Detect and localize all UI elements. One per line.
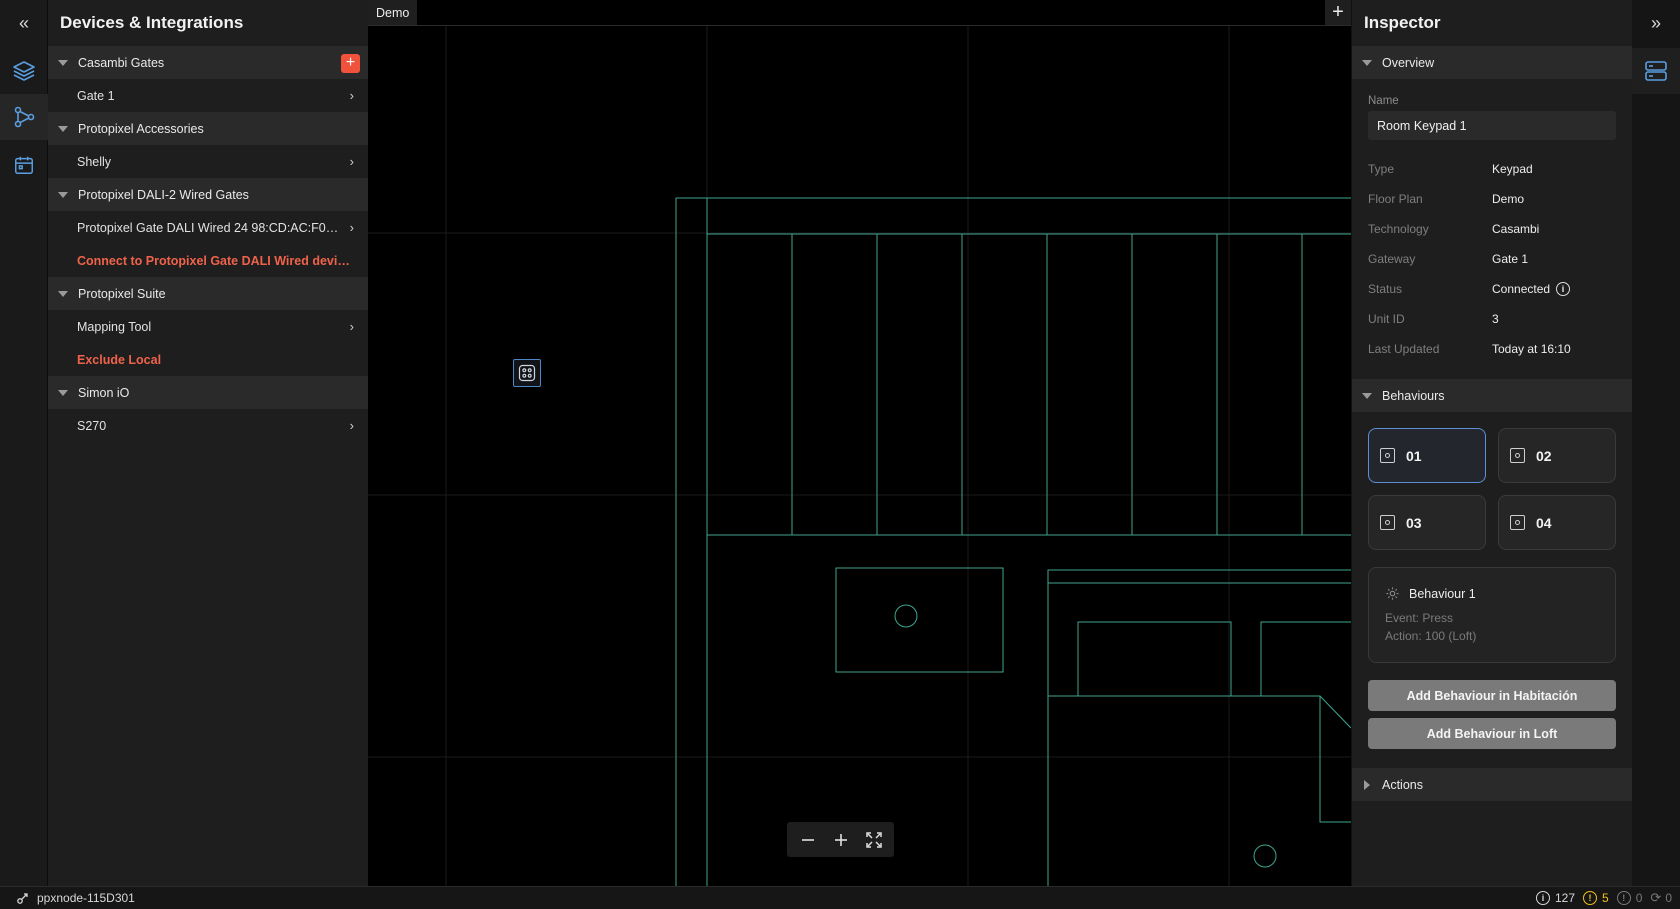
zoom-in-button[interactable] [828,827,854,853]
property-type: Type Keypad [1368,162,1533,176]
left-rail: « [0,0,48,886]
device-item-s270[interactable]: S270 › [48,409,368,442]
property-technology: Technology Casambi [1368,222,1540,236]
property-unit-id: Unit ID 3 [1368,312,1499,326]
behaviour-button-02[interactable]: 02 [1498,428,1616,483]
behaviour-button-04[interactable]: 04 [1498,495,1616,550]
name-field[interactable]: Room Keypad 1 [1368,111,1616,140]
property-floor-plan: Floor Plan Demo [1368,192,1525,206]
caret-down-icon [58,59,68,66]
button-icon [1510,448,1525,463]
property-last-updated: Last Updated Today at 16:10 [1368,342,1571,356]
warning-icon: ! [1583,891,1598,905]
integrations-icon[interactable] [0,94,48,140]
node-icon [17,893,28,904]
node-indicator[interactable]: ppxnode-115D301 [0,891,135,905]
caret-down-icon [1362,392,1372,399]
floor-plan-canvas[interactable]: Demo + [368,0,1351,886]
devices-panel-title: Devices & Integrations [60,13,244,32]
info-icon: i [1536,891,1550,905]
behaviour-action: Action: 100 (Loft) [1385,629,1477,643]
chevron-right-icon: › [349,220,354,235]
right-rail: » [1632,0,1680,886]
calendar-icon[interactable] [0,142,48,188]
behaviours-section: 01 02 03 04 Behaviour 1 Event: Press Act… [1352,412,1632,768]
button-icon [1380,515,1395,530]
group-protopixel-accessories[interactable]: Protopixel Accessories [48,112,368,145]
exclude-local-link[interactable]: Exclude Local [48,343,368,376]
behaviour-event: Event: Press [1385,611,1454,625]
chevron-right-icon: › [349,319,354,334]
sync-count[interactable]: ⟳ 0 [1650,890,1672,906]
device-item-mapping-tool[interactable]: Mapping Tool › [48,310,368,343]
group-protopixel-suite[interactable]: Protopixel Suite [48,277,368,310]
name-label: Name [1368,95,1399,107]
connect-dali-link[interactable]: Connect to Protopixel Gate DALI Wired de… [48,244,368,277]
collapse-right-button[interactable]: » [1632,6,1680,40]
inspector-title: Inspector [1364,13,1441,32]
add-gate-button[interactable]: + [341,54,360,73]
info-icon[interactable]: i [1556,282,1571,296]
add-behaviour-habitacion-button[interactable]: Add Behaviour in Habitación [1368,680,1616,711]
actions-section-header[interactable]: Actions [1352,768,1632,801]
behaviour-button-03[interactable]: 03 [1368,495,1486,550]
property-gateway: Gateway Gate 1 [1368,252,1529,266]
info-count[interactable]: i 127 [1536,891,1575,905]
add-tab-button[interactable]: + [1325,0,1351,25]
layers-icon[interactable] [0,48,48,94]
add-behaviour-loft-button[interactable]: Add Behaviour in Loft [1368,718,1616,749]
sync-icon: ⟳ [1650,890,1662,905]
error-icon: ! [1616,891,1631,905]
behaviour-button-01[interactable]: 01 [1368,428,1486,483]
server-icon[interactable] [1632,48,1680,94]
app-window: « Devices & Integrations Casambi Gates +… [0,0,1680,886]
zoom-out-button[interactable] [795,827,821,853]
caret-down-icon [58,389,68,396]
devices-panel: Devices & Integrations Casambi Gates + G… [48,0,368,886]
zoom-controls [787,822,894,857]
behaviour-card[interactable]: Behaviour 1 Event: Press Action: 100 (Lo… [1368,567,1616,663]
group-simon-io[interactable]: Simon iO [48,376,368,409]
tab-demo[interactable]: Demo [368,0,418,25]
status-bar: ppxnode-115D301 i 127 ! 5 ! 0 ⟳ 0 [0,886,1680,909]
button-icon [1380,448,1395,463]
caret-right-icon [1364,779,1370,790]
device-item-dali-gate[interactable]: Protopixel Gate DALI Wired 24 98:CD:AC:F… [48,211,368,244]
behaviours-section-header[interactable]: Behaviours [1352,379,1632,412]
device-item-gate-1[interactable]: Gate 1 › [48,79,368,112]
caret-down-icon [58,125,68,132]
floor-plan-drawing [368,26,1351,886]
group-protopixel-dali2[interactable]: Protopixel DALI-2 Wired Gates [48,178,368,211]
error-count[interactable]: ! 0 [1616,891,1642,905]
caret-down-icon [1362,59,1372,66]
inspector-panel: Inspector Overview Name Room Keypad 1 Ty… [1351,0,1632,886]
collapse-left-button[interactable]: « [0,6,48,40]
button-icon [1510,515,1525,530]
fit-view-button[interactable] [861,827,887,853]
group-casambi-gates[interactable]: Casambi Gates + [48,46,368,79]
chevron-right-icon: › [349,154,354,169]
keypad-device-marker[interactable] [513,359,541,387]
device-item-shelly[interactable]: Shelly › [48,145,368,178]
warning-count[interactable]: ! 5 [1583,891,1609,905]
behaviour-gear-icon [1386,587,1399,600]
chevron-right-icon: › [349,418,354,433]
caret-down-icon [58,191,68,198]
property-status: Status Connected i [1368,274,1616,304]
caret-down-icon [58,290,68,297]
overview-section-header[interactable]: Overview [1352,46,1632,79]
canvas-tab-bar: Demo + [368,0,1351,26]
overview-section: Name Room Keypad 1 Type Keypad Floor Plan… [1352,79,1632,379]
chevron-right-icon: › [349,88,354,103]
